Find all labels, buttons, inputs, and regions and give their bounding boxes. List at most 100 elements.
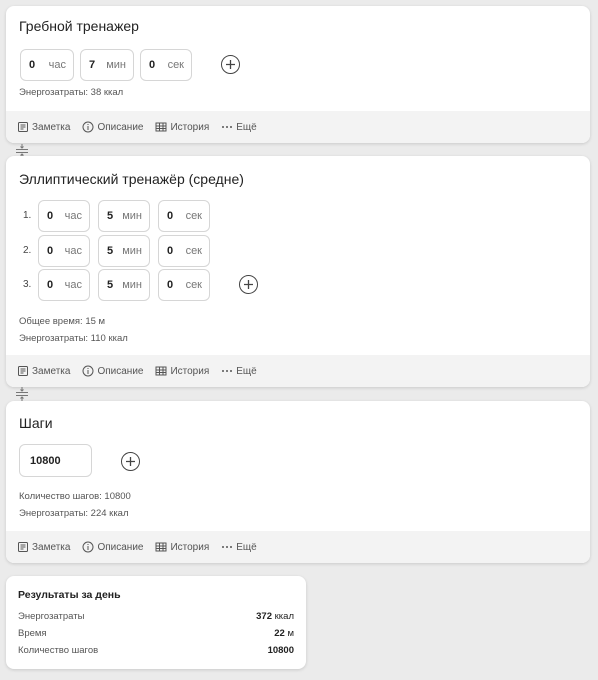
add-set-button[interactable] bbox=[239, 275, 258, 294]
more-label: Ещё bbox=[236, 541, 257, 553]
set2-hours-field[interactable]: 0 час bbox=[38, 235, 90, 267]
seconds-value: 0 bbox=[167, 279, 174, 291]
set3-seconds-field[interactable]: 0 сек bbox=[158, 269, 210, 301]
set-number: 3. bbox=[23, 279, 32, 290]
table-icon bbox=[155, 366, 167, 376]
note-icon bbox=[18, 122, 28, 132]
rowing-title: Гребной тренажер bbox=[19, 18, 139, 34]
hours-value: 0 bbox=[47, 210, 54, 222]
summary-value: 372 ккал bbox=[256, 611, 294, 622]
steps-card: Шаги 10800 Количество шагов: 10800 Энерг… bbox=[6, 401, 590, 563]
elliptical-energy: Энергозатраты: 110 ккал bbox=[19, 333, 128, 344]
rowing-minutes-field[interactable]: 7 мин bbox=[80, 49, 134, 81]
note-icon bbox=[18, 542, 28, 552]
seconds-unit: сек bbox=[167, 59, 184, 71]
seconds-value: 0 bbox=[167, 210, 174, 222]
set3-hours-field[interactable]: 0 час bbox=[38, 269, 90, 301]
summary-value: 22 м bbox=[274, 628, 294, 639]
history-button[interactable]: История bbox=[155, 541, 209, 553]
plus-icon bbox=[126, 457, 135, 466]
note-button[interactable]: Заметка bbox=[17, 541, 70, 553]
dots-icon bbox=[222, 126, 233, 128]
note-icon bbox=[18, 366, 28, 376]
summary-value: 10800 bbox=[267, 645, 294, 656]
set-number: 1. bbox=[23, 210, 32, 221]
steps-title: Шаги bbox=[19, 415, 53, 431]
note-button[interactable]: Заметка bbox=[17, 365, 70, 377]
more-button[interactable]: Ещё bbox=[221, 365, 257, 377]
steps-energy: Энергозатраты: 224 ккал bbox=[19, 508, 129, 519]
hours-unit: час bbox=[64, 279, 82, 291]
hours-value: 0 bbox=[47, 279, 54, 291]
more-label: Ещё bbox=[236, 365, 257, 377]
dots-icon bbox=[222, 370, 233, 372]
history-label: История bbox=[170, 541, 210, 553]
elliptical-title: Эллиптический тренажёр (средне) bbox=[19, 171, 244, 187]
steps-footer: Заметка Описание История Ещё bbox=[6, 531, 590, 563]
note-label: Заметка bbox=[32, 121, 71, 133]
info-icon bbox=[82, 541, 94, 553]
history-label: История bbox=[170, 365, 210, 377]
info-icon bbox=[82, 365, 94, 377]
add-set-button[interactable] bbox=[221, 55, 240, 74]
minutes-unit: мин bbox=[106, 59, 126, 71]
set1-hours-field[interactable]: 0 час bbox=[38, 200, 90, 232]
elliptical-card: Эллиптический тренажёр (средне) 1. 0 час… bbox=[6, 156, 590, 387]
description-label: Описание bbox=[97, 121, 144, 133]
elliptical-total-time: Общее время: 15 м bbox=[19, 316, 106, 327]
hours-unit: час bbox=[64, 210, 82, 222]
rowing-footer: Заметка Описание История Ещё bbox=[6, 111, 590, 143]
summary-row-steps: Количество шагов 10800 bbox=[18, 645, 294, 659]
plus-icon bbox=[244, 280, 253, 289]
rowing-hours-field[interactable]: 0 час bbox=[20, 49, 74, 81]
minutes-unit: мин bbox=[122, 279, 142, 291]
rowing-energy: Энергозатраты: 38 ккал bbox=[19, 87, 124, 98]
minutes-unit: мин bbox=[122, 210, 142, 222]
set3-minutes-field[interactable]: 5 мин bbox=[98, 269, 150, 301]
history-button[interactable]: История bbox=[155, 121, 209, 133]
minutes-unit: мин bbox=[122, 245, 142, 257]
minutes-value: 5 bbox=[107, 210, 114, 222]
rowing-card: Гребной тренажер 0 час 7 мин 0 сек Энерг… bbox=[6, 6, 590, 143]
summary-label: Энергозатраты bbox=[18, 611, 85, 622]
more-button[interactable]: Ещё bbox=[221, 541, 257, 553]
seconds-unit: сек bbox=[185, 210, 202, 222]
summary-label: Время bbox=[18, 628, 47, 639]
hours-unit: час bbox=[48, 59, 66, 71]
drag-handle-icon[interactable] bbox=[14, 386, 30, 402]
add-steps-button[interactable] bbox=[121, 452, 140, 471]
set1-minutes-field[interactable]: 5 мин bbox=[98, 200, 150, 232]
seconds-unit: сек bbox=[185, 279, 202, 291]
note-label: Заметка bbox=[32, 365, 71, 377]
set1-seconds-field[interactable]: 0 сек bbox=[158, 200, 210, 232]
minutes-value: 5 bbox=[107, 245, 114, 257]
summary-row-time: Время 22 м bbox=[18, 628, 294, 642]
daily-results-card: Результаты за день Энергозатраты 372 кка… bbox=[6, 576, 306, 669]
note-button[interactable]: Заметка bbox=[17, 121, 70, 133]
history-button[interactable]: История bbox=[155, 365, 209, 377]
more-button[interactable]: Ещё bbox=[221, 121, 257, 133]
seconds-value: 0 bbox=[149, 59, 156, 71]
description-label: Описание bbox=[97, 365, 144, 377]
hours-unit: час bbox=[64, 245, 82, 257]
table-icon bbox=[155, 542, 167, 552]
elliptical-footer: Заметка Описание История Ещё bbox=[6, 355, 590, 387]
seconds-value: 0 bbox=[167, 245, 174, 257]
steps-input[interactable]: 10800 bbox=[19, 444, 92, 477]
minutes-value: 7 bbox=[89, 59, 96, 71]
set2-minutes-field[interactable]: 5 мин bbox=[98, 235, 150, 267]
more-label: Ещё bbox=[236, 121, 257, 133]
daily-results-title: Результаты за день bbox=[18, 589, 121, 601]
seconds-unit: сек bbox=[185, 245, 202, 257]
summary-label: Количество шагов bbox=[18, 645, 99, 656]
info-icon bbox=[82, 121, 94, 133]
description-button[interactable]: Описание bbox=[82, 121, 143, 133]
rowing-seconds-field[interactable]: 0 сек bbox=[140, 49, 192, 81]
description-label: Описание bbox=[97, 541, 144, 553]
hours-value: 0 bbox=[47, 245, 54, 257]
table-icon bbox=[155, 122, 167, 132]
note-label: Заметка bbox=[32, 541, 71, 553]
description-button[interactable]: Описание bbox=[82, 541, 143, 553]
set2-seconds-field[interactable]: 0 сек bbox=[158, 235, 210, 267]
description-button[interactable]: Описание bbox=[82, 365, 143, 377]
